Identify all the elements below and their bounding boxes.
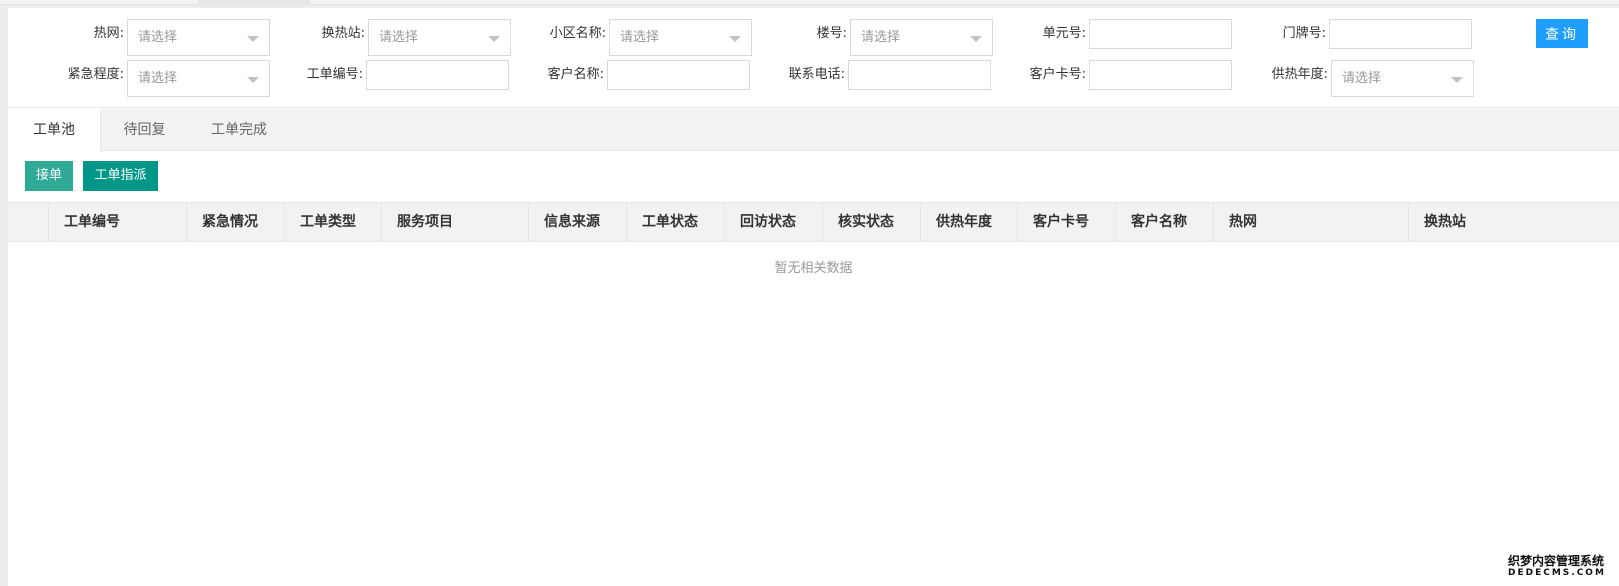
- table-header: 工单编号 紧急情况 工单类型 服务项目 信息来源 工单状态 回访状态 核实状态 …: [8, 202, 1619, 242]
- door-field: 门牌号:: [8, 19, 1472, 49]
- col-visit-status[interactable]: 回访状态: [724, 203, 822, 241]
- col-service-item[interactable]: 服务项目: [381, 203, 528, 241]
- col-order-status[interactable]: 工单状态: [626, 203, 724, 241]
- col-card-no[interactable]: 客户卡号: [1017, 203, 1115, 241]
- main-panel: 热网: 请选择 换热站: 请选择 小区名称: 请选择 楼号: 请选择 单元号: …: [8, 8, 1619, 586]
- heat-year-field: 供热年度: 请选择: [8, 60, 1474, 97]
- tab-bar: 工单池 待回复 工单完成: [8, 109, 1619, 152]
- watermark-logo: 织梦内容管理系统 DEDECMS.COM: [1508, 555, 1619, 579]
- watermark-line1: 织梦内容管理系统: [1508, 554, 1605, 568]
- chevron-down-icon: [1451, 77, 1463, 83]
- col-urgency[interactable]: 紧急情况: [186, 203, 284, 241]
- col-heat-network[interactable]: 热网: [1213, 203, 1408, 241]
- door-input[interactable]: [1329, 19, 1472, 49]
- col-exchange-station[interactable]: 换热站: [1408, 203, 1619, 241]
- door-label: 门牌号:: [1282, 26, 1326, 41]
- tab-order-pool[interactable]: 工单池: [8, 109, 101, 152]
- filter-form: 热网: 请选择 换热站: 请选择 小区名称: 请选择 楼号: 请选择 单元号: …: [8, 8, 1619, 108]
- top-tab-segment: [198, 0, 310, 5]
- col-order-type[interactable]: 工单类型: [284, 203, 381, 241]
- col-verify-status[interactable]: 核实状态: [822, 203, 920, 241]
- assign-button[interactable]: 工单指派: [83, 161, 158, 191]
- heat-year-select[interactable]: 请选择: [1331, 60, 1474, 97]
- top-strip: [0, 0, 1619, 5]
- heat-year-label: 供热年度:: [1271, 67, 1328, 82]
- col-customer-name[interactable]: 客户名称: [1115, 203, 1213, 241]
- query-button[interactable]: 查询: [1536, 19, 1588, 48]
- heat-year-placeholder: 请选择: [1342, 71, 1382, 86]
- accept-button[interactable]: 接单: [25, 161, 73, 191]
- watermark-line2: DEDECMS.COM: [1508, 568, 1606, 578]
- empty-state: 暂无相关数据: [774, 261, 853, 276]
- tab-completed[interactable]: 工单完成: [188, 109, 290, 151]
- divider: [8, 107, 1619, 108]
- tab-pending-reply[interactable]: 待回复: [101, 109, 188, 151]
- col-heat-year[interactable]: 供热年度: [920, 203, 1017, 241]
- col-order-no[interactable]: 工单编号: [48, 203, 186, 241]
- col-info-source[interactable]: 信息来源: [528, 203, 626, 241]
